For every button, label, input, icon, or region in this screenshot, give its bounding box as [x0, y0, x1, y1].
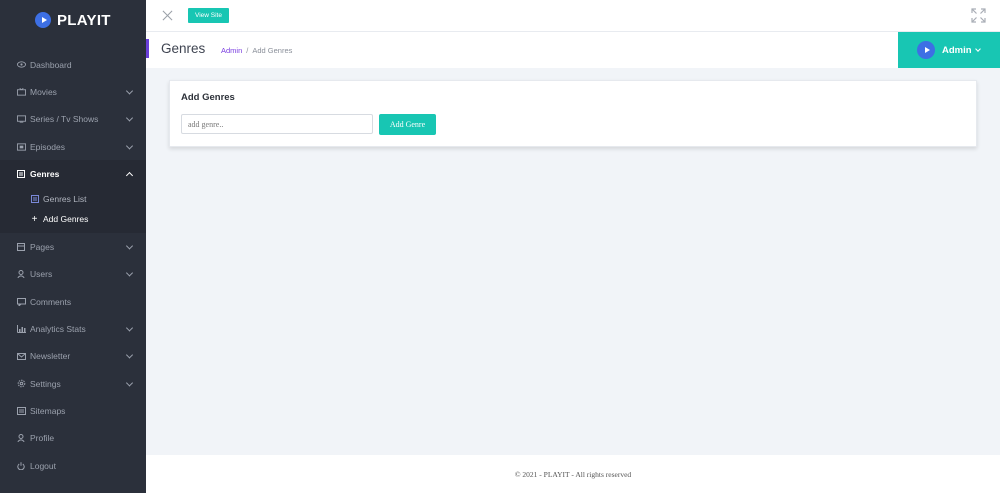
sidebar-item-label: Users [30, 269, 53, 280]
plus-icon: + [31, 213, 38, 225]
sidebar-item-episodes[interactable]: Episodes [0, 133, 146, 160]
chevron-up-icon [125, 171, 134, 179]
brand-logo[interactable]: PLAYIT [0, 0, 146, 40]
chevron-down-icon [125, 324, 134, 332]
pages-icon [16, 243, 26, 252]
sidebar-item-dashboard[interactable]: Dashboard [0, 51, 146, 78]
chevron-down-icon [125, 379, 134, 387]
play-icon [35, 12, 51, 28]
sidebar-subitem-add-genres[interactable]: + Add Genres [0, 209, 146, 229]
sidebar: PLAYIT Dashboard Movies Series / Tv Show… [0, 0, 146, 493]
sidebar-item-label: Genres [30, 168, 60, 179]
sidebar-item-label: Movies [30, 86, 57, 97]
card-title: Add Genres [181, 92, 235, 103]
sidebar-item-pages[interactable]: Pages [0, 233, 146, 260]
footer-text: © 2021 - PLAYIT - All rights reserved [514, 469, 632, 479]
sidebar-item-analytics[interactable]: Analytics Stats [0, 315, 146, 342]
breadcrumb: Admin / Add Genres [221, 46, 292, 55]
sidebar-item-label: Profile [30, 433, 55, 444]
sidebar-item-users[interactable]: Users [0, 261, 146, 288]
film-icon [16, 87, 26, 96]
genre-input[interactable] [181, 114, 373, 134]
sidebar-item-label: Sitemaps [30, 405, 66, 416]
sidebar-subitem-label: Genres List [43, 194, 87, 205]
sidebar-item-logout[interactable]: Logout [0, 452, 146, 479]
user-name: Admin [942, 44, 972, 56]
chevron-down-icon [125, 269, 134, 277]
genres-icon [16, 169, 26, 178]
breadcrumb-separator: / [246, 46, 249, 55]
sidebar-item-genres[interactable]: Genres [0, 160, 146, 188]
sidebar-item-series[interactable]: Series / Tv Shows [0, 106, 146, 133]
genres-submenu: Genres List + Add Genres [0, 187, 146, 234]
sidebar-item-label: Comments [30, 296, 72, 307]
close-icon[interactable] [162, 10, 173, 21]
page-header: Genres Admin / Add Genres Admin [146, 32, 1000, 68]
sidebar-subitem-label: Add Genres [43, 214, 89, 225]
brand-name: PLAYIT [57, 11, 111, 29]
sidebar-item-label: Dashboard [30, 59, 72, 70]
sidebar-item-label: Analytics Stats [30, 324, 86, 335]
breadcrumb-admin-link[interactable]: Admin [221, 46, 242, 55]
sidebar-nav: Dashboard Movies Series / Tv Shows Episo… [0, 51, 146, 479]
footer: © 2021 - PLAYIT - All rights reserved [146, 455, 1000, 493]
sidebar-item-profile[interactable]: Profile [0, 425, 146, 452]
chevron-down-icon [125, 114, 134, 122]
gear-icon [16, 379, 26, 388]
add-genre-button[interactable]: Add Genre [379, 114, 436, 135]
chevron-down-icon [125, 87, 134, 95]
sidebar-item-label: Settings [30, 378, 61, 389]
sidebar-item-newsletter[interactable]: Newsletter [0, 343, 146, 370]
list-icon [30, 195, 39, 204]
mail-icon [16, 352, 26, 361]
user-icon [16, 270, 26, 279]
sidebar-item-comments[interactable]: Comments [0, 288, 146, 315]
breadcrumb-current: Add Genres [252, 46, 293, 55]
chevron-down-icon [974, 45, 981, 52]
sitemap-icon [16, 406, 26, 415]
sidebar-item-settings[interactable]: Settings [0, 370, 146, 397]
topbar: View Site [146, 0, 1000, 32]
chevron-down-icon [125, 351, 134, 359]
profile-icon [16, 434, 26, 443]
sidebar-item-label: Pages [30, 242, 55, 253]
sidebar-item-label: Series / Tv Shows [30, 114, 99, 125]
sidebar-item-label: Logout [30, 460, 56, 471]
page-header-accent [146, 39, 149, 58]
sidebar-item-sitemaps[interactable]: Sitemaps [0, 397, 146, 424]
user-menu[interactable]: Admin [898, 32, 1000, 68]
sidebar-item-label: Newsletter [30, 351, 71, 362]
avatar [917, 41, 935, 59]
tv-icon [16, 115, 26, 124]
comment-icon [16, 297, 26, 306]
add-genres-card: Add Genres Add Genre [169, 80, 977, 147]
power-icon [16, 461, 26, 470]
sidebar-item-label: Episodes [30, 141, 65, 152]
view-site-button[interactable]: View Site [188, 8, 229, 23]
sidebar-item-movies[interactable]: Movies [0, 78, 146, 105]
chevron-down-icon [125, 141, 134, 150]
sidebar-subitem-genres-list[interactable]: Genres List [0, 189, 146, 209]
fullscreen-icon[interactable] [971, 8, 986, 23]
page-title: Genres [161, 41, 206, 56]
eye-icon [16, 60, 26, 69]
episodes-icon [16, 142, 26, 151]
chart-icon [16, 325, 26, 334]
chevron-down-icon [125, 242, 134, 250]
